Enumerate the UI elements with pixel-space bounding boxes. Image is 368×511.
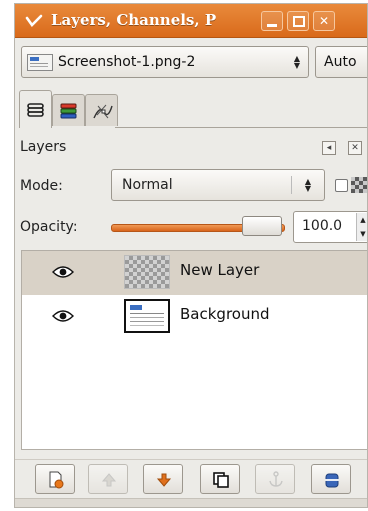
lock-alpha-icon: [351, 177, 367, 193]
tab-channels[interactable]: [52, 94, 85, 126]
tab-menu-icon[interactable]: ◂: [322, 141, 336, 155]
opacity-value: 100.0: [302, 218, 343, 234]
maximize-button[interactable]: [287, 11, 309, 31]
paths-icon: [93, 104, 113, 119]
arrow-up-icon: [101, 473, 117, 487]
combo-arrows-icon: ▲ ▼: [304, 177, 312, 193]
opacity-slider-handle[interactable]: [242, 216, 282, 236]
delete-icon: [325, 473, 339, 488]
tab-divider: [115, 127, 367, 128]
new-layer-icon: [49, 471, 64, 489]
delete-layer-button[interactable]: [311, 464, 351, 494]
gimp-brush-icon[interactable]: [25, 12, 43, 30]
layer-thumbnail: [124, 255, 170, 289]
layer-row[interactable]: New Layer: [22, 251, 367, 295]
dock-tabs: [15, 90, 367, 128]
layers-dock-window: Layers, Channels, P Screenshot-1.png-2 ▲…: [14, 3, 368, 508]
duplicate-layer-button[interactable]: [200, 464, 240, 494]
minimize-button[interactable]: [261, 11, 283, 31]
window-title: Layers, Channels, P: [51, 11, 217, 29]
close-button[interactable]: [313, 11, 335, 31]
title-bar[interactable]: Layers, Channels, P: [15, 4, 367, 38]
eye-icon[interactable]: [52, 309, 74, 323]
lower-layer-button[interactable]: [143, 464, 183, 494]
toolbar-divider: [15, 459, 367, 460]
layers-list[interactable]: New Layer Background: [21, 250, 367, 450]
tab-layers[interactable]: [19, 90, 52, 128]
new-layer-button[interactable]: [35, 464, 75, 494]
panel-title: Layers: [20, 139, 67, 155]
mode-value: Normal: [122, 177, 173, 193]
lock-alpha-checkbox[interactable]: [335, 179, 348, 192]
combo-arrows-icon: ▲ ▼: [293, 54, 301, 70]
image-selector-value: Screenshot-1.png-2: [58, 54, 196, 70]
eye-icon[interactable]: [52, 265, 74, 279]
arrow-down-icon: [156, 473, 172, 487]
anchor-layer-button[interactable]: [255, 464, 295, 494]
duplicate-icon: [213, 472, 229, 488]
image-thumbnail: [27, 54, 53, 71]
raise-layer-button[interactable]: [88, 464, 128, 494]
layer-name[interactable]: New Layer: [180, 261, 259, 279]
layer-row[interactable]: Background: [22, 295, 367, 339]
combo-separator: [291, 176, 292, 194]
auto-button[interactable]: Auto: [315, 46, 367, 78]
close-tab-icon[interactable]: ✕: [348, 141, 362, 155]
opacity-label: Opacity:: [20, 219, 78, 235]
tab-paths[interactable]: [85, 94, 118, 126]
layer-name[interactable]: Background: [180, 305, 270, 323]
opacity-spinbutton[interactable]: 100.0 ▲ ▼: [293, 211, 367, 243]
spin-arrows-icon[interactable]: ▲ ▼: [356, 213, 367, 241]
layer-thumbnail: [124, 299, 170, 333]
bottom-edge: [15, 498, 367, 507]
layers-icon: [27, 103, 44, 117]
anchor-icon: [269, 471, 283, 487]
mode-label: Mode:: [20, 178, 63, 194]
image-selector-combo[interactable]: Screenshot-1.png-2 ▲ ▼: [21, 46, 309, 78]
channels-icon: [60, 103, 77, 119]
mode-combo[interactable]: Normal ▲ ▼: [111, 169, 325, 201]
